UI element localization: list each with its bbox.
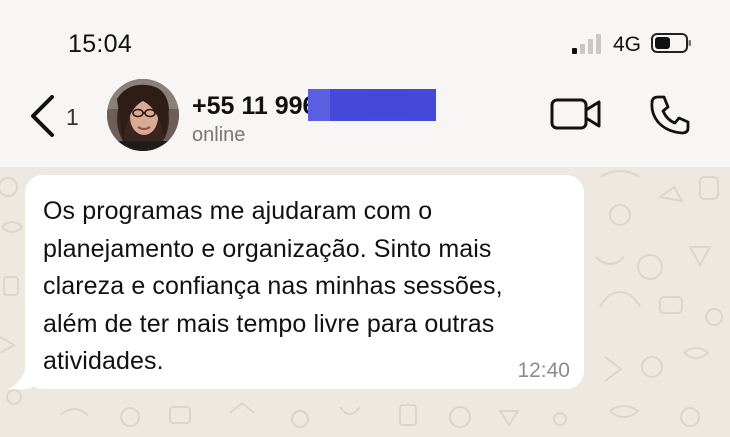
message-bubble[interactable]: Os programas me ajudaram com o planejame… bbox=[25, 175, 584, 389]
contact-status: online bbox=[192, 124, 246, 146]
network-type: 4G bbox=[613, 33, 642, 56]
avatar[interactable] bbox=[107, 79, 179, 151]
phone-icon[interactable] bbox=[649, 94, 691, 136]
message-timestamp: 12:40 bbox=[517, 359, 570, 382]
video-camera-icon[interactable] bbox=[550, 97, 602, 131]
message-text: Os programas me ajudaram com o planejame… bbox=[43, 197, 503, 375]
contact-name[interactable]: +55 11 996 bbox=[192, 92, 316, 121]
avatar-image bbox=[107, 79, 179, 151]
signal-bar bbox=[580, 44, 585, 54]
back-unread-count[interactable]: 1 bbox=[66, 104, 79, 131]
signal-bar bbox=[588, 39, 593, 54]
status-time: 15:04 bbox=[68, 30, 133, 58]
signal-bar bbox=[596, 34, 601, 54]
chat-area[interactable]: Os programas me ajudaram com o planejame… bbox=[0, 167, 730, 437]
redaction-overlay bbox=[308, 89, 436, 121]
battery-icon bbox=[651, 33, 691, 53]
signal-bar bbox=[572, 48, 577, 54]
chat-header: 1 +55 11 996 online bbox=[0, 79, 730, 167]
chevron-left-icon[interactable] bbox=[28, 94, 58, 138]
status-bar: 15:04 4G bbox=[0, 0, 730, 82]
signal-strength-icon bbox=[572, 34, 606, 54]
